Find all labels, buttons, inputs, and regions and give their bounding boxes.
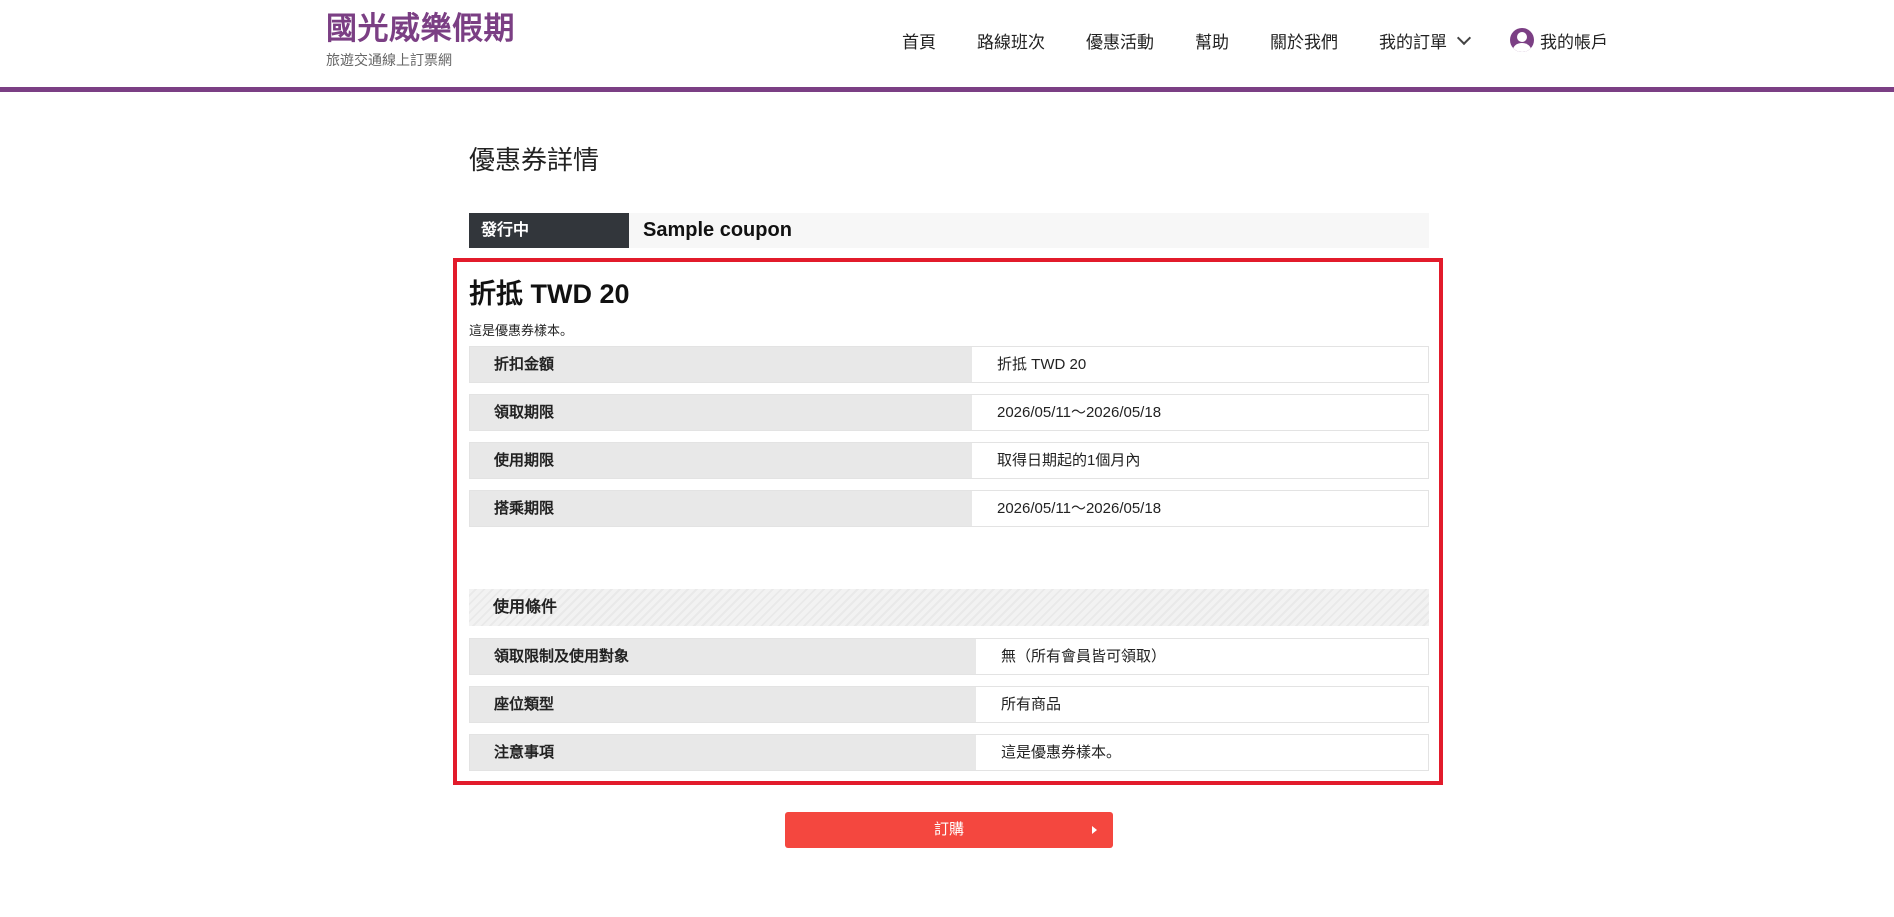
detail-value: 2026/05/11～2026/05/18	[997, 404, 1162, 421]
condition-value: 無（所有會員皆可領取）	[1001, 648, 1167, 665]
order-button-label: 訂購	[933, 821, 964, 838]
nav-my-orders[interactable]: 我的訂單	[1379, 28, 1472, 53]
discount-title: 折抵 TWD 20	[469, 279, 630, 309]
detail-value: 折抵 TWD 20	[997, 356, 1087, 373]
nav-promotions[interactable]: 優惠活動	[1086, 28, 1154, 53]
condition-row-eligibility: 領取限制及使用對象 無（所有會員皆可領取）	[469, 638, 1429, 675]
order-button[interactable]: 訂購	[785, 812, 1113, 848]
detail-row-usage-period: 使用期限 取得日期起的1個月內	[469, 442, 1429, 479]
brand-logo[interactable]: 國光威樂假期 旅遊交通線上訂票網	[326, 10, 515, 70]
condition-label: 座位類型	[470, 687, 976, 722]
nav-routes[interactable]: 路線班次	[977, 28, 1045, 53]
condition-row-notes: 注意事項 這是優惠券樣本。	[469, 734, 1429, 771]
detail-row-discount-amount: 折扣金額 折抵 TWD 20	[469, 346, 1429, 383]
coupon-name: Sample coupon	[643, 219, 792, 241]
status-badge: 發行中	[469, 213, 629, 248]
condition-label: 領取限制及使用對象	[470, 639, 976, 674]
condition-value: 所有商品	[1001, 696, 1062, 713]
discount-description: 這是優惠券樣本。	[469, 323, 574, 338]
coupon-status-row: 發行中 Sample coupon	[469, 213, 1429, 248]
condition-label: 注意事項	[470, 735, 976, 770]
condition-value: 這是優惠券樣本。	[1001, 744, 1122, 761]
detail-value: 2026/05/11～2026/05/18	[997, 500, 1162, 517]
detail-row-claim-period: 領取期限 2026/05/11～2026/05/18	[469, 394, 1429, 431]
conditions-section-title: 使用條件	[469, 589, 1429, 626]
chevron-down-icon	[1456, 30, 1472, 45]
nav-about[interactable]: 關於我們	[1270, 28, 1338, 53]
detail-value: 取得日期起的1個月內	[997, 452, 1141, 469]
detail-row-travel-period: 搭乘期限 2026/05/11～2026/05/18	[469, 490, 1429, 527]
nav-home[interactable]: 首頁	[902, 28, 936, 53]
detail-label: 使用期限	[470, 443, 972, 478]
detail-label: 折扣金額	[470, 347, 972, 382]
nav-help[interactable]: 幫助	[1195, 28, 1229, 53]
brand-title: 國光威樂假期	[326, 11, 515, 47]
user-avatar-icon	[1510, 28, 1534, 52]
detail-label: 搭乘期限	[470, 491, 972, 526]
site-header: 國光威樂假期 旅遊交通線上訂票網 首頁 路線班次 優惠活動 幫助 關於我們 我的…	[0, 0, 1894, 92]
caret-right-icon	[1092, 826, 1097, 834]
brand-subtitle: 旅遊交通線上訂票網	[326, 52, 452, 68]
main-nav: 首頁 路線班次 優惠活動 幫助 關於我們 我的訂單 我的帳戶	[902, 28, 1608, 52]
page-title: 優惠券詳情	[469, 146, 600, 176]
detail-label: 領取期限	[470, 395, 972, 430]
nav-my-account[interactable]: 我的帳戶	[1510, 28, 1608, 53]
nav-my-account-label: 我的帳戶	[1540, 32, 1608, 52]
nav-my-orders-label: 我的訂單	[1379, 32, 1447, 52]
condition-row-seat-type: 座位類型 所有商品	[469, 686, 1429, 723]
